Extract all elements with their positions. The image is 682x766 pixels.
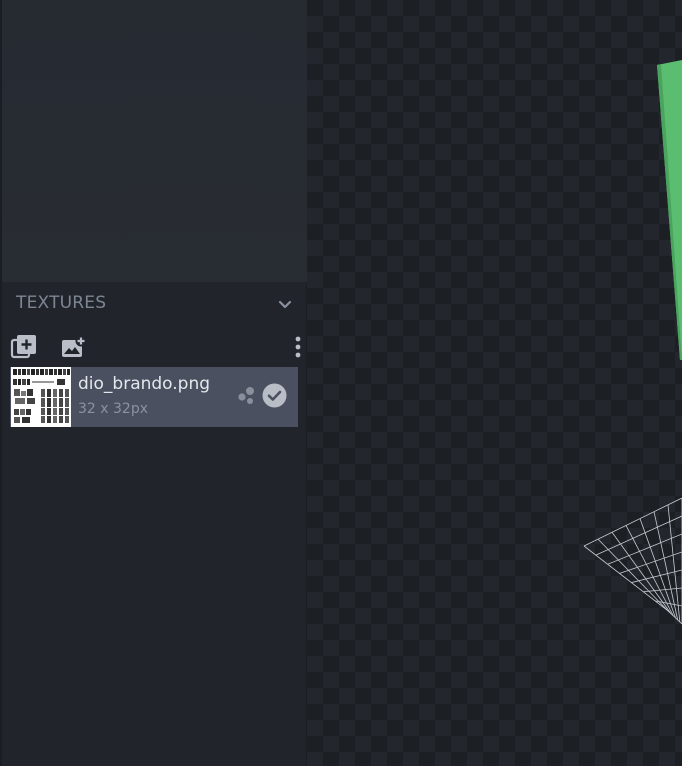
panel-upper-area — [0, 0, 307, 282]
texture-name: dio_brando.png — [78, 374, 211, 394]
more-vertical-icon[interactable] — [290, 333, 306, 361]
particle-icon[interactable] — [236, 384, 258, 406]
add-texture-icon[interactable] — [10, 333, 38, 361]
floor-grid — [583, 497, 682, 625]
panel-title: TEXTURES — [16, 293, 107, 313]
textures-panel: TEXTURES dio_brando.png 32 x 32px — [0, 0, 307, 766]
panel-edge — [0, 0, 2, 766]
panel-header: TEXTURES — [16, 293, 300, 319]
texture-dimensions: 32 x 32px — [78, 401, 148, 417]
check-circle-icon[interactable] — [262, 383, 287, 408]
viewport-scene — [583, 60, 682, 625]
textures-toolbar — [10, 333, 306, 363]
chevron-down-icon[interactable] — [275, 295, 295, 315]
create-texture-icon[interactable] — [59, 333, 87, 361]
texture-thumbnail — [11, 367, 71, 427]
3d-viewport[interactable] — [307, 0, 682, 766]
texture-list-item[interactable]: dio_brando.png 32 x 32px — [10, 367, 298, 427]
